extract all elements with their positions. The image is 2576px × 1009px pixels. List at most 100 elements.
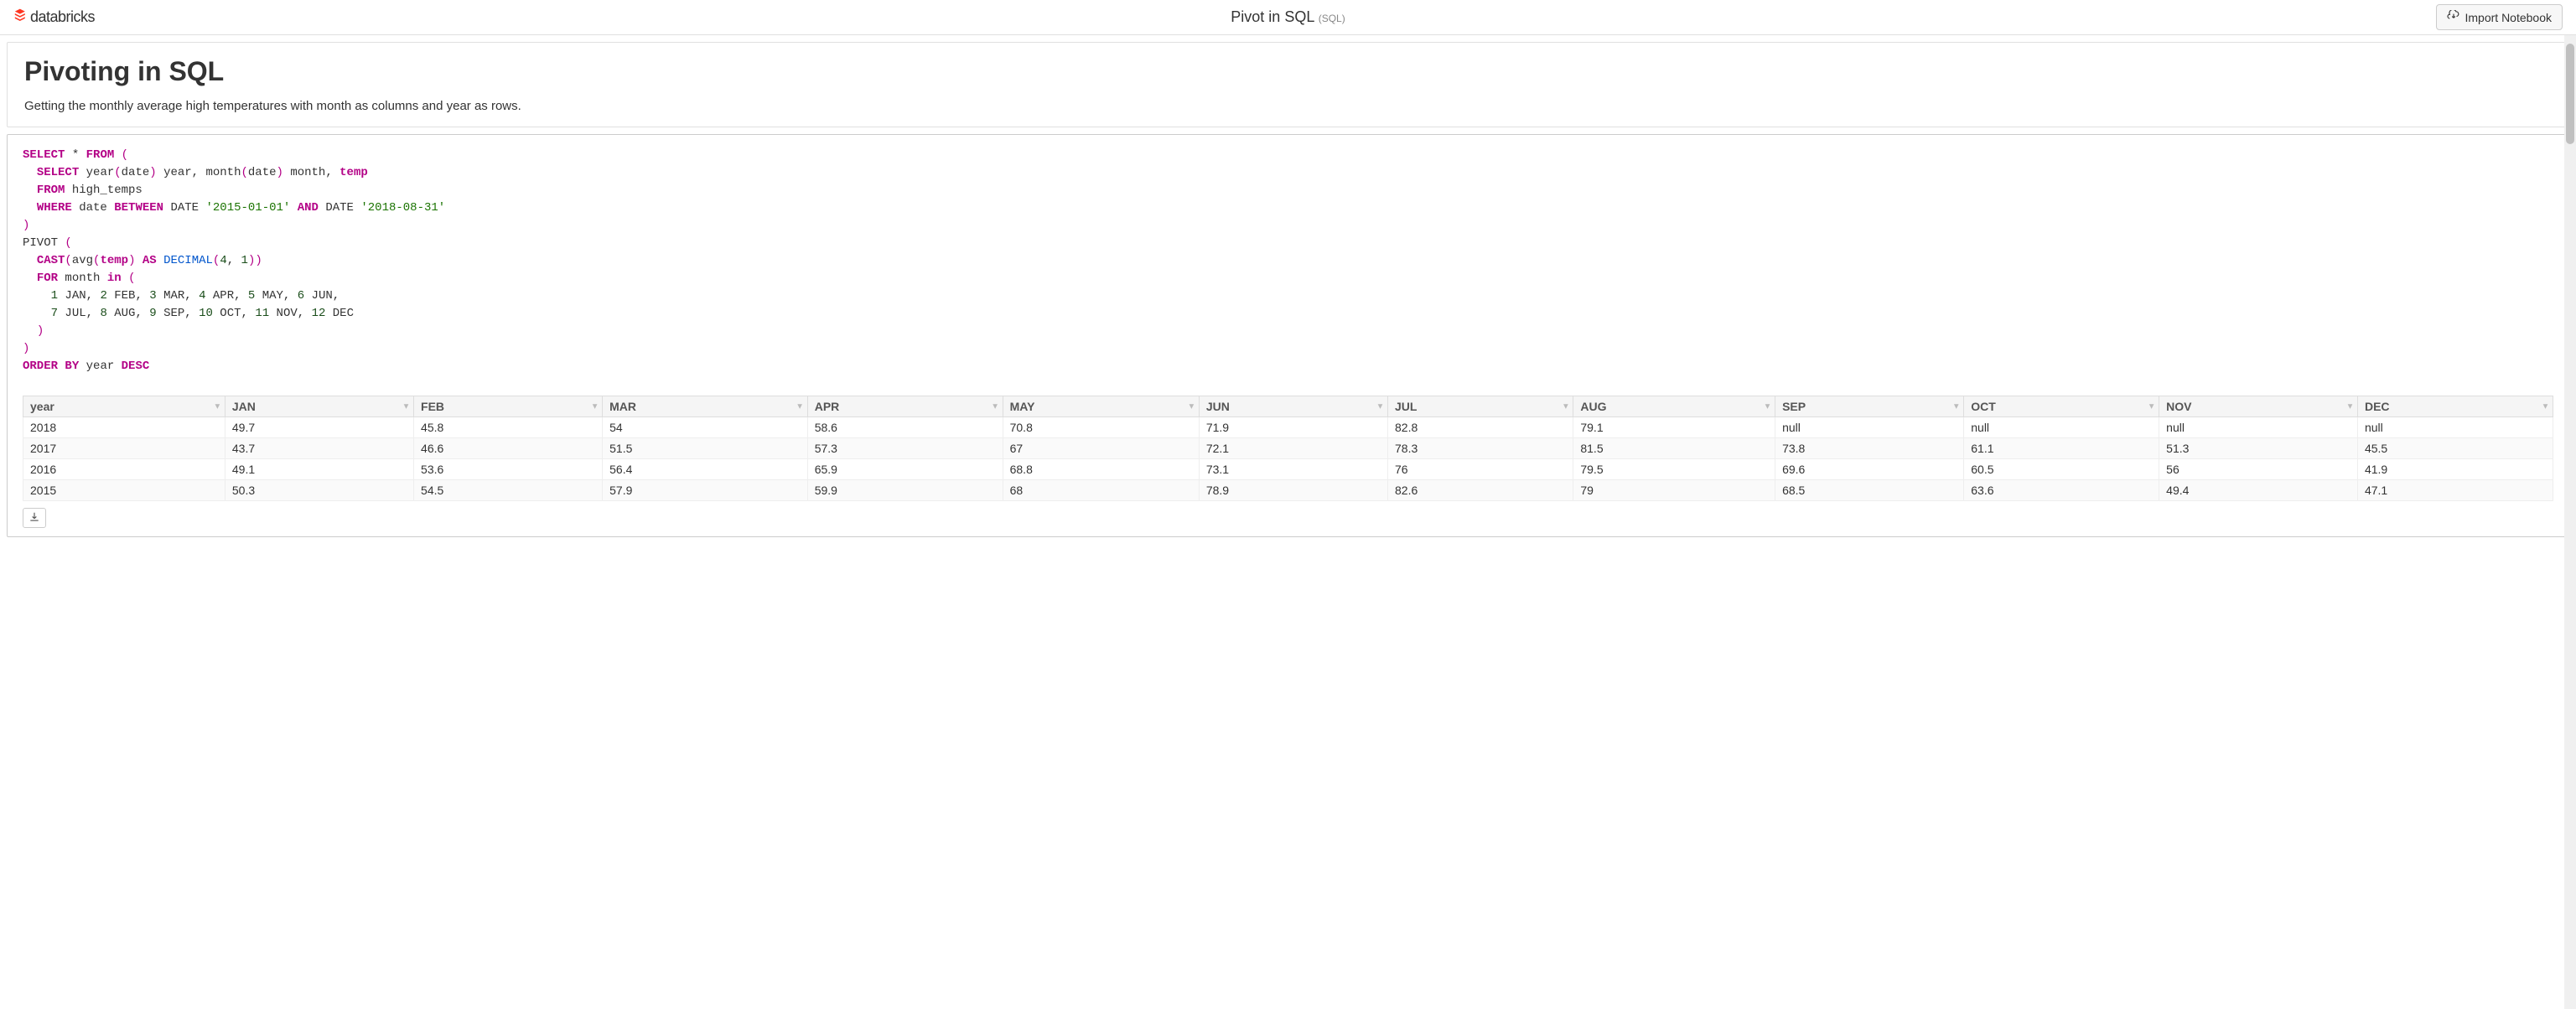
token-col: temp bbox=[339, 166, 368, 179]
table-cell: 72.1 bbox=[1199, 438, 1387, 459]
table-cell: 82.6 bbox=[1388, 480, 1573, 501]
column-header[interactable]: MAY ▾ bbox=[1003, 396, 1199, 417]
token-kw: FROM bbox=[37, 184, 65, 197]
token-paren: ) bbox=[277, 166, 283, 179]
markdown-cell[interactable]: Pivoting in SQL Getting the monthly aver… bbox=[7, 42, 2569, 127]
table-cell: 71.9 bbox=[1199, 417, 1387, 438]
token-kw: CAST bbox=[37, 254, 65, 267]
table-row[interactable]: 201550.354.557.959.96878.982.67968.563.6… bbox=[23, 480, 2553, 501]
token-num: 11 bbox=[255, 307, 269, 320]
table-cell: 57.3 bbox=[807, 438, 1003, 459]
table-cell: 49.4 bbox=[2159, 480, 2358, 501]
column-header[interactable]: SEP▾ bbox=[1775, 396, 1964, 417]
table-cell: 43.7 bbox=[225, 438, 413, 459]
column-label: AUG bbox=[1580, 400, 1606, 413]
column-header[interactable]: NOV▾ bbox=[2159, 396, 2358, 417]
token-num: 4 bbox=[220, 254, 226, 267]
table-cell: 78.3 bbox=[1388, 438, 1573, 459]
cloud-download-icon bbox=[2447, 10, 2460, 24]
token-str: '2018-08-31' bbox=[360, 201, 445, 215]
download-row bbox=[8, 504, 2568, 536]
table-cell: 54 bbox=[603, 417, 808, 438]
table-cell: 53.6 bbox=[414, 459, 603, 480]
table-cell: 68.5 bbox=[1775, 480, 1964, 501]
table-cell: 2015 bbox=[23, 480, 225, 501]
sort-icon[interactable]: ▾ bbox=[1954, 402, 1958, 411]
sort-icon[interactable]: ▾ bbox=[404, 402, 408, 411]
sort-icon[interactable]: ▾ bbox=[2149, 402, 2154, 411]
sort-icon[interactable]: ▾ bbox=[1378, 402, 1382, 411]
sort-icon[interactable]: ▾ bbox=[993, 402, 998, 411]
column-header[interactable]: APR▾ bbox=[807, 396, 1003, 417]
sort-icon[interactable]: ▾ bbox=[215, 402, 220, 411]
databricks-icon bbox=[13, 8, 27, 26]
token-kw: BETWEEN bbox=[114, 201, 163, 215]
table-cell: 59.9 bbox=[807, 480, 1003, 501]
table-row[interactable]: 201743.746.651.557.36772.178.381.573.861… bbox=[23, 438, 2553, 459]
table-header-row: year▾JAN▾FEB▾MAR▾APR▾MAY▾JUN▾JUL▾AUG▾SEP… bbox=[23, 396, 2553, 417]
table-cell: 54.5 bbox=[414, 480, 603, 501]
code-cell[interactable]: SELECT * FROM ( SELECT year(date) year, … bbox=[7, 134, 2569, 537]
sort-icon[interactable]: ▾ bbox=[798, 402, 802, 411]
token-kw: WHERE bbox=[37, 201, 72, 215]
token-paren: ( bbox=[128, 272, 135, 285]
column-header[interactable]: OCT▾ bbox=[1964, 396, 2159, 417]
table-cell: 65.9 bbox=[807, 459, 1003, 480]
sql-code-block[interactable]: SELECT * FROM ( SELECT year(date) year, … bbox=[8, 135, 2568, 387]
table-cell: null bbox=[1964, 417, 2159, 438]
md-heading: Pivoting in SQL bbox=[24, 56, 2552, 87]
vertical-scrollbar[interactable] bbox=[2564, 35, 2576, 1009]
table-cell: 49.1 bbox=[225, 459, 413, 480]
brand-logo[interactable]: databricks bbox=[13, 8, 95, 26]
token-num: 1 bbox=[51, 289, 58, 303]
column-header[interactable]: year▾ bbox=[23, 396, 225, 417]
token-kw: SELECT bbox=[23, 148, 65, 162]
column-label: JUL bbox=[1395, 400, 1417, 413]
sort-icon[interactable]: ▾ bbox=[1765, 402, 1770, 411]
table-cell: 81.5 bbox=[1573, 438, 1775, 459]
token-str: '2015-01-01' bbox=[205, 201, 290, 215]
table-cell: null bbox=[1775, 417, 1964, 438]
download-icon bbox=[29, 511, 40, 525]
token-kw: AS bbox=[143, 254, 157, 267]
table-body: 201849.745.85458.670.871.982.879.1nullnu… bbox=[23, 417, 2553, 501]
sort-icon[interactable]: ▾ bbox=[2543, 402, 2547, 411]
column-label: FEB bbox=[421, 400, 444, 413]
token-kw: SELECT bbox=[37, 166, 79, 179]
column-header[interactable]: JAN▾ bbox=[225, 396, 413, 417]
result-table: year▾JAN▾FEB▾MAR▾APR▾MAY▾JUN▾JUL▾AUG▾SEP… bbox=[23, 396, 2553, 501]
table-row[interactable]: 201649.153.656.465.968.873.17679.569.660… bbox=[23, 459, 2553, 480]
token-ident: date bbox=[122, 166, 150, 179]
token-paren: ) bbox=[37, 324, 44, 338]
sort-icon[interactable]: ▾ bbox=[1190, 402, 1194, 411]
sort-icon[interactable]: ▾ bbox=[1563, 402, 1568, 411]
column-header[interactable]: MAR▾ bbox=[603, 396, 808, 417]
token-kw: FROM bbox=[86, 148, 115, 162]
table-cell: 51.3 bbox=[2159, 438, 2358, 459]
table-cell: 56.4 bbox=[603, 459, 808, 480]
token-col: temp bbox=[100, 254, 128, 267]
table-row[interactable]: 201849.745.85458.670.871.982.879.1nullnu… bbox=[23, 417, 2553, 438]
title-main: Pivot in SQL bbox=[1231, 8, 1314, 25]
column-header[interactable]: AUG ▾ bbox=[1573, 396, 1775, 417]
md-body: Getting the monthly average high tempera… bbox=[24, 99, 2552, 113]
import-notebook-button[interactable]: Import Notebook bbox=[2436, 4, 2563, 30]
scrollbar-thumb[interactable] bbox=[2566, 44, 2574, 144]
token-ident: avg bbox=[72, 254, 93, 267]
table-cell: 79.5 bbox=[1573, 459, 1775, 480]
table-cell: 70.8 bbox=[1003, 417, 1199, 438]
column-label: MAY bbox=[1010, 400, 1035, 413]
result-table-container: year▾JAN▾FEB▾MAR▾APR▾MAY▾JUN▾JUL▾AUG▾SEP… bbox=[8, 387, 2568, 504]
column-header[interactable]: DEC▾ bbox=[2357, 396, 2553, 417]
column-header[interactable]: JUL ▾ bbox=[1388, 396, 1573, 417]
column-header[interactable]: JUN▾ bbox=[1199, 396, 1387, 417]
topbar: databricks Pivot in SQL (SQL) Import Not… bbox=[0, 0, 2576, 35]
token-num: 10 bbox=[199, 307, 213, 320]
column-header[interactable]: FEB ▾ bbox=[414, 396, 603, 417]
download-button[interactable] bbox=[23, 508, 46, 528]
table-cell: 76 bbox=[1388, 459, 1573, 480]
sort-icon[interactable]: ▾ bbox=[593, 402, 597, 411]
token-num: 3 bbox=[149, 289, 156, 303]
table-cell: 61.1 bbox=[1964, 438, 2159, 459]
sort-icon[interactable]: ▾ bbox=[2348, 402, 2352, 411]
